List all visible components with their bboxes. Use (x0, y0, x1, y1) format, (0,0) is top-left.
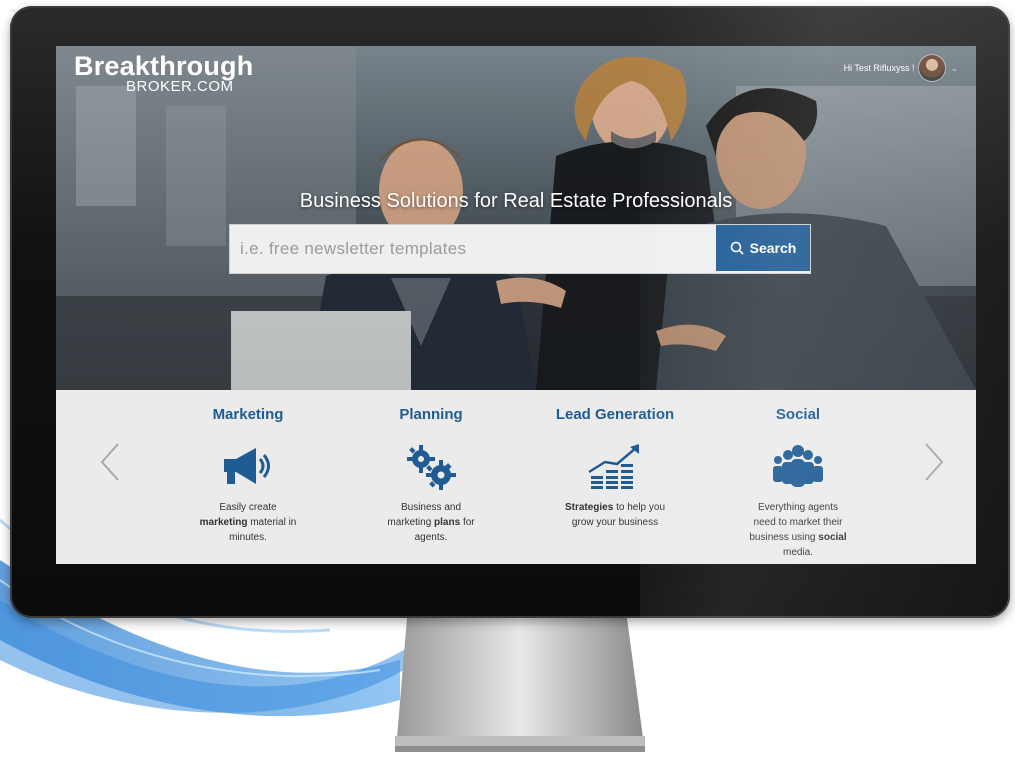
category-title: Lead Generation (555, 406, 675, 423)
gears-icon (407, 445, 456, 490)
website-screen: Breakthrough BROKER.COM Hi Test Rifluxys… (56, 46, 976, 564)
chevron-left-icon[interactable] (98, 442, 122, 482)
page-headline: Business Solutions for Real Estate Profe… (299, 190, 733, 212)
search-icon (730, 241, 744, 255)
avatar[interactable] (918, 54, 947, 82)
brand-logo[interactable]: Breakthrough BROKER.COM (74, 50, 253, 95)
category-social[interactable]: Social Everything agents need to market … (713, 406, 883, 560)
search-input[interactable] (230, 225, 716, 273)
category-desc: Easily create marketing material in minu… (199, 502, 297, 543)
monitor-stand (395, 618, 645, 752)
chevron-down-icon[interactable]: ⌄ (950, 63, 958, 74)
category-title: Social (775, 406, 821, 423)
user-greeting: Hi Test Rifluxyss ! (843, 63, 915, 73)
search-button[interactable]: Search (716, 225, 810, 271)
search-button-label: Search (749, 240, 797, 256)
category-desc: Business and marketing plans for agents. (387, 502, 475, 543)
category-title: Planning (399, 406, 463, 423)
category-lead-generation[interactable]: Lead Generation Strategies to help you g… (530, 406, 700, 530)
user-menu[interactable]: Hi Test Rifluxyss ! ⌄ (844, 54, 958, 82)
megaphone-icon (224, 448, 270, 484)
search-bar: Search (229, 224, 811, 274)
category-planning[interactable]: Planning Business and marketing plans fo… (346, 406, 516, 545)
category-desc: Everything agents need to market their b… (749, 502, 847, 558)
category-desc: Strategies to help you grow your busines… (564, 502, 666, 528)
growth-chart-icon (588, 444, 639, 489)
chevron-right-icon[interactable] (922, 442, 946, 482)
hero-banner: Breakthrough BROKER.COM Hi Test Rifluxys… (56, 46, 976, 390)
category-marketing[interactable]: Marketing Easily create marketing materi… (163, 406, 333, 545)
people-group-icon (773, 445, 823, 487)
category-carousel: Marketing Easily create marketing materi… (56, 390, 976, 564)
category-title: Marketing (212, 406, 284, 423)
